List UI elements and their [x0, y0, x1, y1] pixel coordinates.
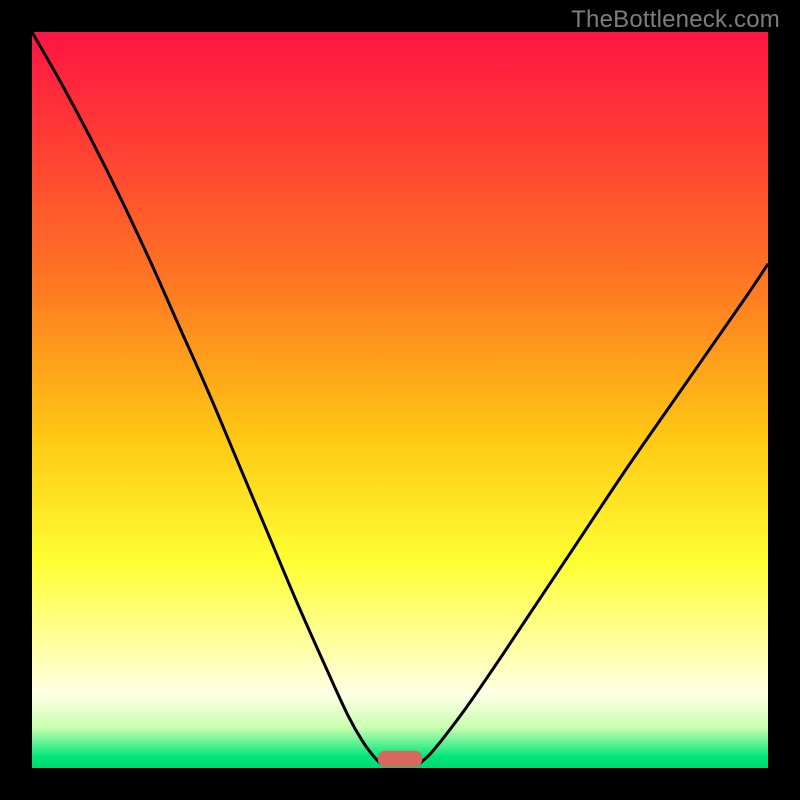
plot-area — [32, 32, 768, 768]
chart-frame: TheBottleneck.com — [0, 0, 800, 800]
watermark-text: TheBottleneck.com — [571, 6, 780, 34]
chart-svg — [32, 32, 768, 768]
valley-marker — [378, 751, 422, 767]
gradient-background — [32, 32, 768, 768]
